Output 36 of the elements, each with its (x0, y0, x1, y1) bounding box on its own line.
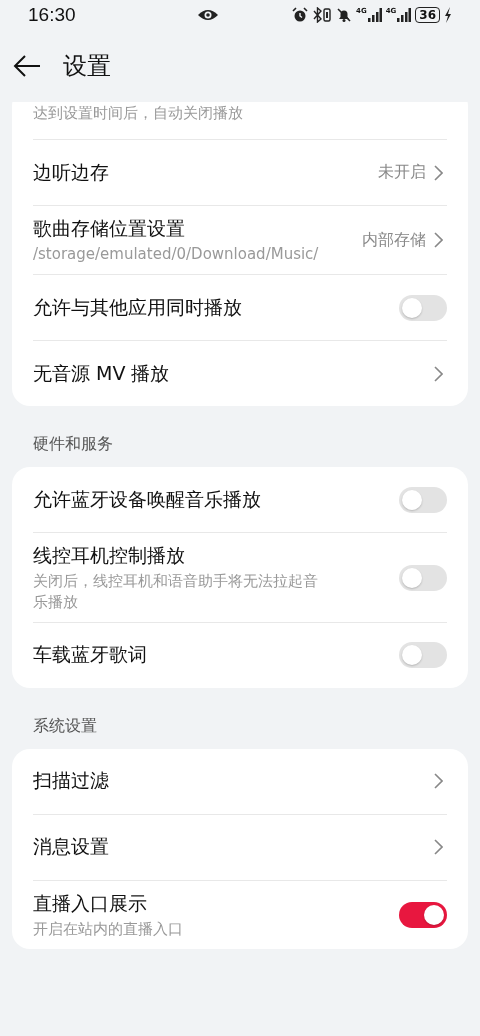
chevron-right-icon[interactable] (434, 164, 443, 181)
setting-value: 未开启 (378, 162, 426, 183)
bell-off-icon (336, 7, 353, 23)
setting-label[interactable]: 扫描过滤 (33, 768, 426, 795)
setting-label[interactable]: 车载蓝牙歌词 (33, 642, 391, 669)
chevron-right-icon[interactable] (434, 773, 443, 790)
setting-label[interactable]: 允许与其他应用同时播放 (33, 294, 391, 321)
chevron-right-icon[interactable] (434, 365, 443, 382)
battery-indicator: 36 (415, 7, 440, 23)
toggle-switch[interactable] (399, 486, 447, 513)
toggle-switch[interactable] (399, 642, 447, 669)
back-arrow-icon[interactable] (13, 55, 41, 77)
setting-description: 关闭后，线控耳机和语音助手将无法拉起音乐播放 (33, 571, 319, 612)
setting-label[interactable]: 边听边存 (33, 159, 370, 186)
chevron-right-icon[interactable] (434, 232, 443, 249)
toggle-switch[interactable] (399, 564, 447, 591)
alarm-icon (292, 7, 309, 23)
setting-label[interactable]: 直播入口展示 (33, 890, 391, 917)
setting-label[interactable]: 消息设置 (33, 834, 426, 861)
section-heading: 系统设置 (32, 714, 98, 737)
setting-description: 开启在站内的直播入口 (33, 918, 184, 939)
toggle-switch[interactable] (399, 901, 447, 928)
setting-description: /storage/emulated/0/Download/Music/ (33, 244, 320, 265)
setting-label[interactable]: 无音源 MV 播放 (33, 360, 426, 387)
section-heading: 硬件和服务 (32, 433, 114, 456)
eye-icon (197, 8, 219, 22)
page-title: 设置 (63, 51, 111, 82)
bluetooth-vibrate-icon (312, 7, 333, 23)
setting-label[interactable]: 线控耳机控制播放 (33, 543, 391, 570)
setting-value: 内部存储 (362, 229, 426, 251)
setting-description: 达到设置时间后，自动关闭播放 (33, 103, 243, 124)
setting-label[interactable]: 允许蓝牙设备唤醒音乐播放 (33, 486, 391, 513)
chevron-right-icon[interactable] (434, 839, 443, 856)
status-time: 16:30 (28, 4, 76, 26)
toggle-switch[interactable] (399, 294, 447, 321)
setting-label[interactable]: 歌曲存储位置设置 (33, 216, 354, 242)
